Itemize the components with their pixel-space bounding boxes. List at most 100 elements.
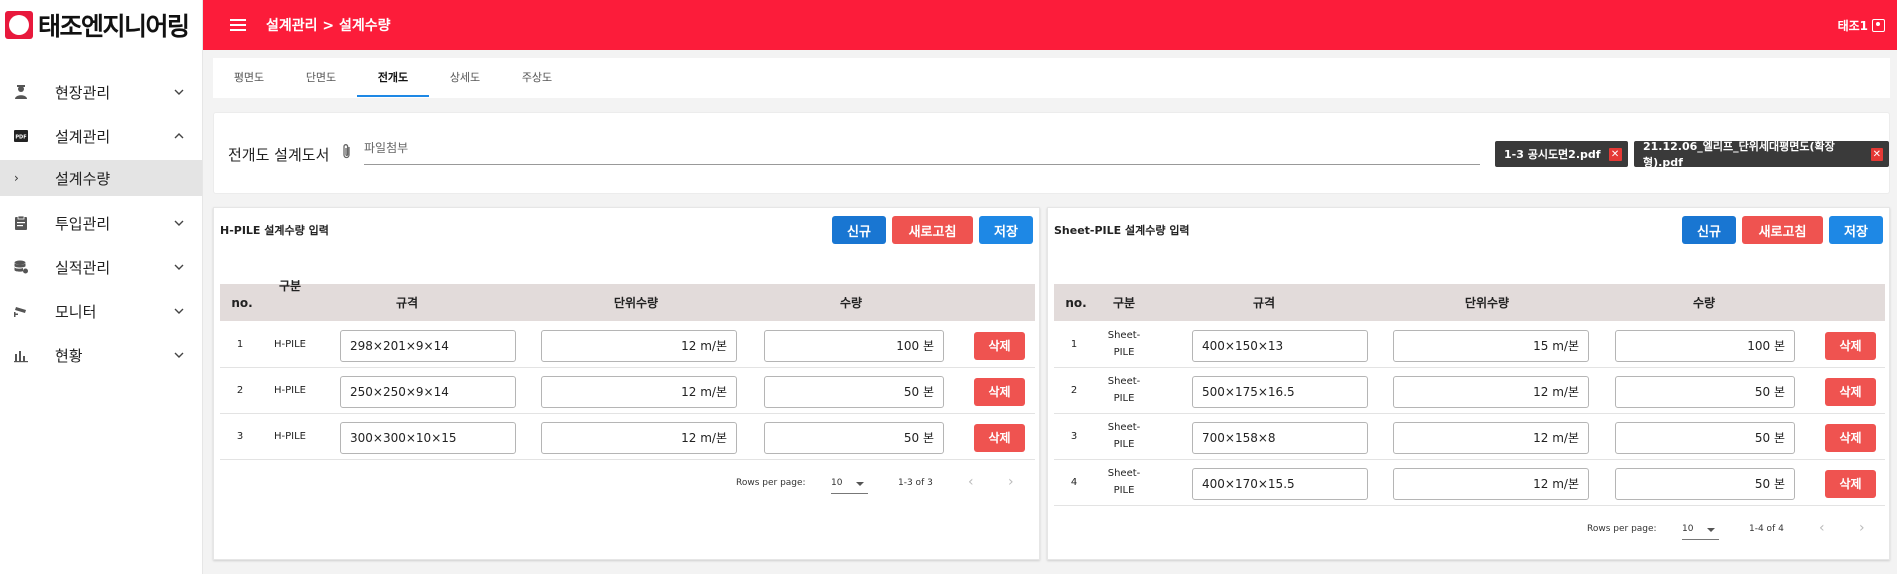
caret-down-icon — [856, 482, 864, 486]
spec-input[interactable]: 300×300×10×15 — [340, 422, 516, 454]
sheetpile-actions: 신규 새로고침 저장 — [1682, 216, 1883, 244]
delete-button[interactable]: 삭제 — [1825, 332, 1876, 360]
sidebar-item-status[interactable]: 현황 — [0, 333, 202, 377]
tab-section[interactable]: 단면도 — [285, 58, 357, 98]
delete-button[interactable]: 삭제 — [974, 378, 1025, 406]
column-header: no. — [231, 295, 253, 310]
sidebar-nav: 현장관리 PDF 설계관리 › 설계수량 투입관리 실적관리 모니터 현황 — [0, 70, 202, 377]
table-header: no. 구분 규격 단위수량 수량 — [1054, 284, 1885, 321]
hamburger-menu-icon[interactable] — [230, 19, 246, 31]
file-chip[interactable]: 1-3 공시도면2.pdf ✕ — [1495, 141, 1628, 167]
logo-mark-icon — [5, 11, 33, 39]
chevron-down-icon — [174, 308, 184, 314]
quantity-input[interactable]: 100 본 — [764, 330, 944, 362]
new-button[interactable]: 신규 — [832, 216, 886, 244]
row-number: 4 — [1070, 477, 1078, 488]
sidebar-item-label: 현장관리 — [55, 83, 111, 102]
sidebar: 태조엔지니어링 현장관리 PDF 설계관리 › 설계수량 투입관리 실적관리 모… — [0, 0, 203, 574]
quantity-input[interactable]: 50 본 — [764, 376, 944, 408]
tab-columnar[interactable]: 주상도 — [501, 58, 573, 98]
tab-development[interactable]: 전개도 — [357, 58, 429, 98]
chevron-up-icon — [174, 133, 184, 139]
previous-page-icon[interactable]: ‹ — [1819, 521, 1829, 535]
sidebar-item-design-management[interactable]: PDF 설계관리 — [0, 114, 202, 158]
row-number: 3 — [236, 431, 244, 442]
file-attach-input[interactable]: 파일첨부 — [364, 135, 1480, 165]
breadcrumb: 설계관리 > 설계수량 — [266, 18, 391, 34]
delete-button[interactable]: 삭제 — [974, 332, 1025, 360]
quantity-input[interactable]: 50 본 — [1615, 468, 1795, 500]
unit-quantity-input[interactable]: 15 m/본 — [1393, 330, 1589, 362]
spec-input[interactable]: 500×175×16.5 — [1192, 376, 1368, 408]
unit-quantity-input[interactable]: 12 m/본 — [1393, 376, 1589, 408]
rows-per-page-value: 10 — [831, 478, 843, 488]
tab-detail[interactable]: 상세도 — [429, 58, 501, 98]
row-number: 3 — [1070, 431, 1078, 442]
spec-input[interactable]: 298×201×9×14 — [340, 330, 516, 362]
worker-icon — [12, 83, 30, 101]
spec-input[interactable]: 250×250×9×14 — [340, 376, 516, 408]
spec-input[interactable]: 400×150×13 — [1192, 330, 1368, 362]
previous-page-icon[interactable]: ‹ — [968, 475, 978, 489]
quantity-input[interactable]: 50 본 — [1615, 376, 1795, 408]
next-page-icon[interactable]: › — [1008, 475, 1018, 489]
quantity-input[interactable]: 50 본 — [1615, 422, 1795, 454]
file-chip[interactable]: 21.12.06_엘리프_단위세대평면도(확장형).pdf ✕ — [1634, 140, 1889, 169]
sidebar-item-site-management[interactable]: 현장관리 — [0, 70, 202, 114]
rows-per-page-select[interactable]: 10 — [1682, 520, 1719, 540]
sidebar-item-label: 현황 — [55, 346, 83, 365]
svg-text:PDF: PDF — [15, 135, 26, 141]
spec-input[interactable]: 700×158×8 — [1192, 422, 1368, 454]
logo[interactable]: 태조엔지니어링 — [0, 0, 202, 50]
table-row: 4 Sheet- PILE 400×170×15.5 12 m/본 50 본 삭… — [1054, 460, 1885, 506]
file-attach-placeholder: 파일첨부 — [364, 141, 409, 155]
save-button[interactable]: 저장 — [979, 216, 1033, 244]
row-type-line2: PILE — [1113, 485, 1135, 496]
rows-per-page-select[interactable]: 10 — [831, 474, 868, 494]
tab-plan[interactable]: 평면도 — [213, 58, 285, 98]
refresh-button[interactable]: 새로고침 — [1742, 216, 1823, 244]
sidebar-item-label: 모니터 — [55, 302, 97, 321]
clipboard-icon — [12, 214, 30, 232]
chevron-down-icon — [174, 352, 184, 358]
sidebar-item-input-management[interactable]: 투입관리 — [0, 201, 202, 245]
column-header: 규격 — [395, 296, 419, 310]
row-number: 1 — [236, 339, 244, 350]
chevron-down-icon — [174, 264, 184, 270]
top-bar: 설계관리 > 설계수량 태조1 — [203, 0, 1897, 50]
column-header: 규격 — [1252, 296, 1276, 310]
row-type-line2: PILE — [1113, 393, 1135, 404]
spec-input[interactable]: 400×170×15.5 — [1192, 468, 1368, 500]
unit-quantity-input[interactable]: 12 m/본 — [1393, 422, 1589, 454]
new-button[interactable]: 신규 — [1682, 216, 1736, 244]
unit-quantity-input[interactable]: 12 m/본 — [1393, 468, 1589, 500]
unit-quantity-input[interactable]: 12 m/본 — [541, 376, 737, 408]
sidebar-item-label: 설계관리 — [55, 127, 111, 146]
paperclip-icon[interactable] — [340, 143, 354, 161]
file-panel-title: 전개도 설계도서 — [228, 146, 330, 164]
delete-button[interactable]: 삭제 — [1825, 378, 1876, 406]
sidebar-item-performance-management[interactable]: 실적관리 — [0, 245, 202, 289]
hpile-card-title: H-PILE 설계수량 입력 — [220, 224, 329, 237]
close-icon[interactable]: ✕ — [1608, 147, 1622, 161]
row-type-line1: Sheet- — [1107, 376, 1141, 387]
row-type: H-PILE — [274, 385, 306, 396]
refresh-button[interactable]: 새로고침 — [892, 216, 973, 244]
close-icon[interactable]: ✕ — [1870, 147, 1883, 161]
sidebar-item-monitor[interactable]: 모니터 — [0, 289, 202, 333]
delete-button[interactable]: 삭제 — [1825, 470, 1876, 498]
quantity-input[interactable]: 100 본 — [1615, 330, 1795, 362]
column-header: 구분 — [1112, 296, 1136, 310]
row-type-line1: Sheet- — [1107, 468, 1141, 479]
sidebar-item-design-quantity[interactable]: › 설계수량 — [0, 160, 202, 196]
user-menu[interactable]: 태조1 — [1838, 17, 1885, 34]
next-page-icon[interactable]: › — [1859, 521, 1869, 535]
delete-button[interactable]: 삭제 — [1825, 424, 1876, 452]
quantity-input[interactable]: 50 본 — [764, 422, 944, 454]
unit-quantity-input[interactable]: 12 m/본 — [541, 422, 737, 454]
save-button[interactable]: 저장 — [1829, 216, 1883, 244]
hpile-actions: 신규 새로고침 저장 — [832, 216, 1033, 244]
delete-button[interactable]: 삭제 — [974, 424, 1025, 452]
unit-quantity-input[interactable]: 12 m/본 — [541, 330, 737, 362]
chevron-down-icon — [174, 89, 184, 95]
